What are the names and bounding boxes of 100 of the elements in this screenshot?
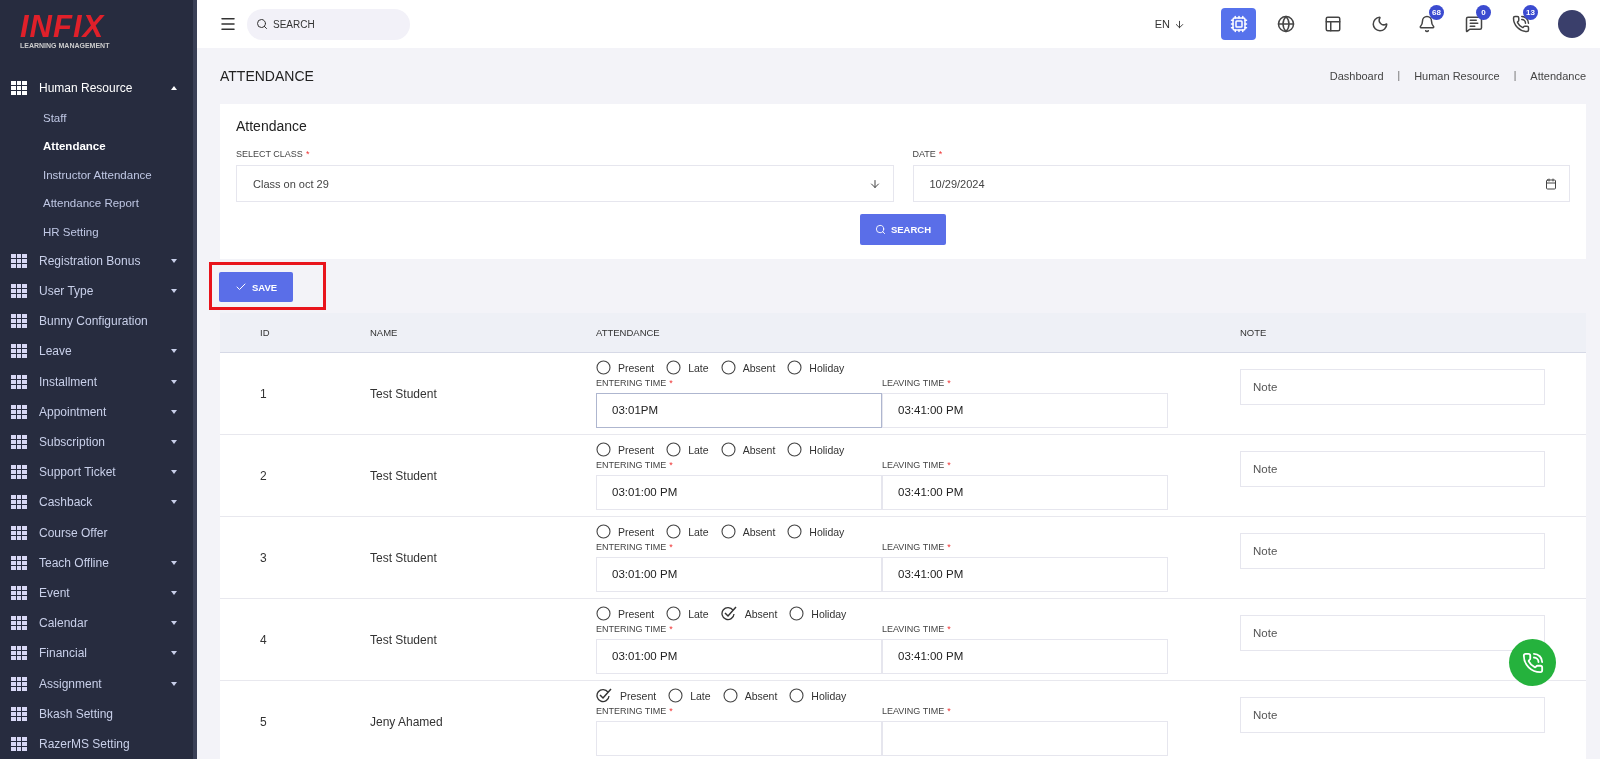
required-mark: * <box>669 541 673 552</box>
sidebar-item[interactable]: Teach Offline <box>0 547 193 578</box>
search-icon <box>874 224 886 235</box>
caret-icon <box>171 621 177 626</box>
sidebar-item[interactable]: Bunny Configuration <box>0 306 193 337</box>
attendance-radio[interactable]: Late <box>668 688 711 703</box>
note-field[interactable]: Note <box>1240 696 1545 733</box>
breadcrumb-link[interactable]: Attendance <box>1530 70 1586 82</box>
sidebar-item[interactable]: Bkash Setting <box>0 698 193 729</box>
breadcrumb-link[interactable]: Dashboard <box>1329 70 1384 82</box>
sidebar-subitem[interactable]: Attendance <box>0 131 193 161</box>
search-button[interactable]: SEARCH <box>859 214 947 245</box>
phone-icon <box>1521 651 1544 674</box>
layout-icon <box>1323 15 1342 33</box>
breadcrumb-link[interactable]: Human Resource <box>1414 70 1500 82</box>
count-badge: 13 <box>1523 5 1538 20</box>
caret-icon <box>171 289 177 294</box>
breadcrumb-separator: | <box>1512 70 1518 82</box>
arrow-down-icon <box>1174 18 1185 30</box>
sidebar-item[interactable]: Subscription <box>0 426 193 458</box>
note-field[interactable]: Note <box>1240 450 1545 487</box>
time-field[interactable]: 03:01PM <box>596 392 882 428</box>
note-field[interactable]: Note <box>1240 368 1545 405</box>
sidebar-item[interactable]: Appointment <box>0 396 193 427</box>
time-field[interactable]: 03:41:00 PM <box>882 556 1168 592</box>
card-title: Attendance <box>236 118 308 134</box>
sidebar-item[interactable]: Leave <box>0 336 193 367</box>
field-label: ENTERING TIME <box>596 541 667 552</box>
required-mark: * <box>947 459 951 470</box>
attendance-radio[interactable]: Present <box>596 688 657 703</box>
sidebar-item[interactable]: Registration Bonus <box>0 245 193 276</box>
attendance-radio[interactable]: Present <box>596 360 655 375</box>
time-field[interactable]: 03:41:00 PM <box>882 474 1168 510</box>
sidebar-item[interactable]: User Type <box>0 276 193 307</box>
attendance-radio[interactable]: Present <box>596 606 655 621</box>
chip-button[interactable] <box>1221 8 1256 40</box>
time-field[interactable] <box>882 720 1168 756</box>
sidebar-subitem[interactable]: Instructor Attendance <box>0 160 193 189</box>
moon-icon <box>1370 15 1389 33</box>
time-field[interactable]: 03:01:00 PM <box>596 638 882 674</box>
date-field[interactable]: 10/29/2024 <box>912 165 1570 202</box>
sidebar-subitem[interactable]: Staff <box>0 103 193 132</box>
attendance-radio[interactable]: Absent <box>720 524 776 539</box>
sidebar-item[interactable]: Human Resource <box>0 73 193 104</box>
field-label: LEAVING TIME <box>882 541 945 552</box>
sidebar-item[interactable]: Support Ticket <box>0 457 193 488</box>
attendance-radio[interactable]: Present <box>596 524 655 539</box>
field-label: DATE <box>912 149 936 159</box>
name-cell-text: Test Student <box>370 468 438 483</box>
sidebar-subitem[interactable]: Attendance Report <box>0 188 193 218</box>
time-field[interactable] <box>596 720 882 756</box>
attendance-radio[interactable]: Holiday <box>787 442 845 457</box>
attendance-radio[interactable]: Late <box>666 606 709 621</box>
attendance-radio[interactable]: Absent <box>720 606 778 621</box>
sidebar-item[interactable]: Financial <box>0 638 193 669</box>
required-mark: * <box>669 623 673 634</box>
time-field[interactable]: 03:01:00 PM <box>596 474 882 510</box>
menu-icon[interactable] <box>219 15 237 33</box>
phone-button[interactable]: 13 <box>1503 8 1538 40</box>
attendance-radio[interactable]: Holiday <box>787 524 845 539</box>
note-field[interactable]: Note <box>1240 532 1545 569</box>
attendance-radio[interactable]: Late <box>666 442 709 457</box>
sidebar-item[interactable]: RazerMS Setting <box>0 728 193 759</box>
attendance-radio[interactable]: Holiday <box>787 360 845 375</box>
sidebar-item[interactable]: Calendar <box>0 608 193 639</box>
attendance-radio[interactable]: Holiday <box>789 688 847 703</box>
bell-button[interactable]: 68 <box>1409 8 1444 40</box>
attendance-radio[interactable]: Absent <box>720 360 776 375</box>
sidebar-item[interactable]: Assignment <box>0 668 193 699</box>
sidebar-item[interactable]: Event <box>0 577 193 609</box>
time-field[interactable]: 03:41:00 PM <box>882 638 1168 674</box>
sidebar-item[interactable]: Installment <box>0 366 193 397</box>
attendance-radio[interactable]: Present <box>596 442 655 457</box>
chat-button[interactable]: 0 <box>1456 8 1491 40</box>
required-mark: * <box>947 705 951 716</box>
sidebar-item[interactable]: Course Offer <box>0 517 193 548</box>
grid-icon <box>11 465 27 480</box>
attendance-radio[interactable]: Late <box>666 524 709 539</box>
check-icon <box>235 281 247 293</box>
note-field[interactable]: Note <box>1240 614 1545 651</box>
time-field[interactable]: 03:01:00 PM <box>596 556 882 592</box>
grid-icon <box>11 374 27 389</box>
breadcrumb-separator: | <box>1396 70 1402 82</box>
attendance-radio[interactable]: Absent <box>720 442 776 457</box>
attendance-radio[interactable]: Late <box>666 360 709 375</box>
time-field[interactable]: 03:41:00 PM <box>882 392 1168 428</box>
grid-icon <box>11 676 27 691</box>
field-label: ENTERING TIME <box>596 377 667 388</box>
attendance-radio[interactable]: Holiday <box>789 606 847 621</box>
language-selector[interactable]: EN <box>1148 17 1191 31</box>
field-label: LEAVING TIME <box>882 377 945 388</box>
avatar[interactable] <box>1558 10 1586 38</box>
name-cell-text: Test Student <box>370 386 438 401</box>
attendance-radio[interactable]: Absent <box>722 688 778 703</box>
sidebar-subitem[interactable]: HR Setting <box>0 217 193 246</box>
save-button[interactable]: SAVE <box>219 272 294 302</box>
class-select[interactable]: Class on oct 29 <box>236 165 894 202</box>
search-field[interactable]: SEARCH <box>247 8 410 40</box>
field-label: SELECT CLASS <box>236 149 303 159</box>
sidebar-item[interactable]: Cashback <box>0 487 193 518</box>
